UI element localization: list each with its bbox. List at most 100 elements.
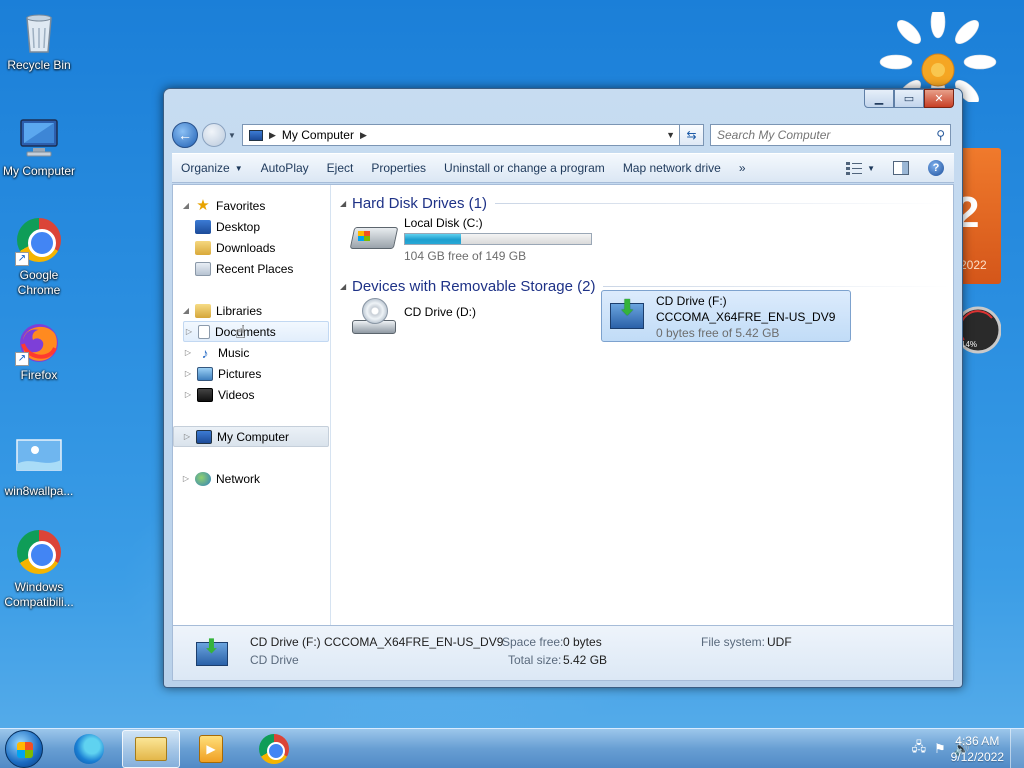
navigation-bar: ← ▼ ▶ My Computer ▶ ▼ ⇆ ⚲: [172, 122, 954, 148]
search-icon[interactable]: ⚲: [936, 128, 945, 142]
drive-cd-f-selected[interactable]: ⬇ CD Drive (F:) CCCOMA_X64FRE_EN-US_DV9 …: [601, 290, 851, 342]
show-desktop-button[interactable]: [1010, 729, 1024, 768]
nav-downloads[interactable]: Downloads: [173, 237, 329, 258]
firefox-icon: ↗: [15, 318, 63, 366]
preview-pane-button[interactable]: [884, 153, 918, 183]
expand-arrow-icon[interactable]: ▷: [183, 348, 193, 357]
music-icon: ♪: [201, 344, 209, 361]
expand-arrow-icon[interactable]: ▷: [182, 432, 192, 441]
space-free-value: 0 bytes: [563, 635, 602, 649]
shortcut-arrow-icon: ↗: [15, 252, 29, 266]
desktop-icon-label: My Computer: [2, 164, 76, 178]
desktop-icon-firefox[interactable]: ↗ Firefox: [1, 318, 77, 383]
taskbar-edge[interactable]: [60, 730, 118, 768]
hand-cursor-icon: ☝: [235, 322, 246, 342]
taskbar-media-player[interactable]: ▶: [182, 730, 240, 768]
details-pane: ⬇ CD Drive (F:) CCCOMA_X64FRE_EN-US_DV9 …: [172, 626, 954, 681]
group-header-hard-disk-drives[interactable]: ◢ Hard Disk Drives (1): [340, 195, 950, 212]
downloads-folder-icon: [195, 240, 211, 255]
desktop-icon-google-chrome[interactable]: ↗ Google Chrome: [1, 216, 77, 298]
nav-documents[interactable]: ▷ Documents: [183, 321, 329, 342]
recent-places-icon: [195, 261, 211, 276]
close-button[interactable]: ✕: [924, 89, 954, 108]
nav-desktop[interactable]: Desktop: [173, 216, 329, 237]
minimize-button[interactable]: ▁: [864, 89, 894, 108]
network-tray-icon[interactable]: 🖧: [912, 738, 927, 760]
expand-arrow-icon[interactable]: ▷: [184, 327, 194, 336]
desktop-icon-wallpaper-file[interactable]: win8wallpa...: [1, 434, 77, 499]
computer-icon: [15, 114, 63, 162]
collapse-arrow-icon[interactable]: ◢: [340, 199, 352, 208]
group-title: Hard Disk Drives (1): [352, 195, 488, 212]
nav-videos[interactable]: ▷ Videos: [183, 384, 329, 405]
nav-music[interactable]: ▷ ♪ Music: [183, 342, 329, 363]
videos-icon: [197, 387, 213, 402]
details-subtitle: CD Drive: [250, 653, 299, 667]
expand-arrow-icon[interactable]: ▷: [181, 474, 191, 483]
nav-recent-places[interactable]: Recent Places: [173, 258, 329, 279]
star-icon: ★: [196, 196, 210, 214]
desktop-icon-label: Google Chrome: [17, 268, 61, 297]
expand-arrow-icon[interactable]: ▷: [183, 369, 193, 378]
total-size-value: 5.42 GB: [563, 653, 608, 667]
desktop-icon-recycle-bin[interactable]: Recycle Bin: [1, 8, 77, 73]
map-network-drive-button[interactable]: Map network drive: [614, 153, 730, 183]
refresh-button[interactable]: ⇆: [680, 124, 704, 146]
recent-pages-dropdown[interactable]: ▼: [228, 131, 238, 140]
nav-label: Videos: [218, 387, 255, 402]
recycle-bin-icon: [15, 8, 63, 56]
desktop-icon-windows-compatibility[interactable]: Windows Compatibili...: [1, 528, 77, 610]
space-free-label: Space free:: [502, 635, 564, 649]
expand-arrow-icon[interactable]: ◢: [181, 306, 191, 315]
pictures-icon: [197, 366, 213, 381]
breadcrumb-my-computer[interactable]: My Computer: [282, 128, 354, 142]
desktop-icon-my-computer[interactable]: My Computer: [1, 114, 77, 179]
autoplay-button[interactable]: AutoPlay: [252, 153, 318, 183]
expand-arrow-icon[interactable]: ◢: [181, 201, 191, 210]
search-input[interactable]: [711, 128, 921, 142]
forward-button[interactable]: [202, 123, 226, 147]
desktop-icon-label: win8wallpa...: [4, 484, 74, 498]
clock-date: 9/12/2022: [950, 750, 1004, 764]
back-button[interactable]: ←: [172, 122, 198, 148]
nav-network[interactable]: ▷ Network: [173, 468, 329, 489]
action-center-flag-icon[interactable]: ⚑: [934, 741, 946, 757]
nav-label: Favorites: [216, 198, 266, 213]
nav-libraries[interactable]: ◢ Libraries: [173, 300, 329, 321]
collapse-arrow-icon[interactable]: ◢: [340, 282, 352, 291]
nav-pictures[interactable]: ▷ Pictures: [183, 363, 329, 384]
taskbar-clock[interactable]: 4:36 AM 9/12/2022: [951, 733, 1004, 765]
change-view-button[interactable]: ▼: [837, 153, 884, 183]
chrome-icon: [259, 734, 289, 764]
taskbar-chrome[interactable]: [245, 730, 303, 768]
nav-favorites[interactable]: ◢ ★ Favorites: [173, 195, 329, 216]
nav-label: My Computer: [217, 429, 290, 444]
address-bar[interactable]: ▶ My Computer ▶ ▼: [242, 124, 680, 146]
drive-local-disk-c[interactable]: Local Disk (C:) 104 GB free of 149 GB: [349, 215, 592, 264]
nav-label: Network: [216, 471, 261, 486]
breadcrumb-arrow-icon[interactable]: ▶: [360, 130, 367, 141]
media-player-icon: ▶: [199, 735, 223, 763]
eject-button[interactable]: Eject: [318, 153, 363, 183]
nav-my-computer[interactable]: ▷ My Computer: [173, 426, 329, 447]
total-size-label: Total size:: [508, 653, 562, 667]
expand-arrow-icon[interactable]: ▷: [183, 390, 193, 399]
taskbar-explorer[interactable]: [122, 730, 180, 768]
more-commands-button[interactable]: »: [730, 153, 755, 183]
search-box[interactable]: ⚲: [710, 124, 951, 146]
breadcrumb-arrow-icon[interactable]: ▶: [269, 130, 276, 141]
help-button[interactable]: ?: [928, 160, 944, 176]
organize-button[interactable]: Organize ▼: [172, 153, 252, 183]
maximize-button[interactable]: ▭: [894, 89, 924, 108]
properties-button[interactable]: Properties: [362, 153, 435, 183]
uninstall-program-button[interactable]: Uninstall or change a program: [435, 153, 614, 183]
start-button[interactable]: [5, 730, 43, 768]
taskbar: ▶ 🖧 ⚑ 🔊 4:36 AM 9/12/2022: [0, 728, 1024, 768]
drive-cd-d[interactable]: CD Drive (D:): [350, 298, 476, 338]
libraries-icon: [195, 303, 211, 318]
desktop-icon-label: Recycle Bin: [7, 58, 71, 72]
calendar-year: 2022: [960, 258, 987, 272]
address-dropdown-icon[interactable]: ▼: [666, 130, 675, 140]
drive-name: Local Disk (C:): [404, 216, 483, 230]
chevron-down-icon: ▼: [867, 163, 875, 173]
